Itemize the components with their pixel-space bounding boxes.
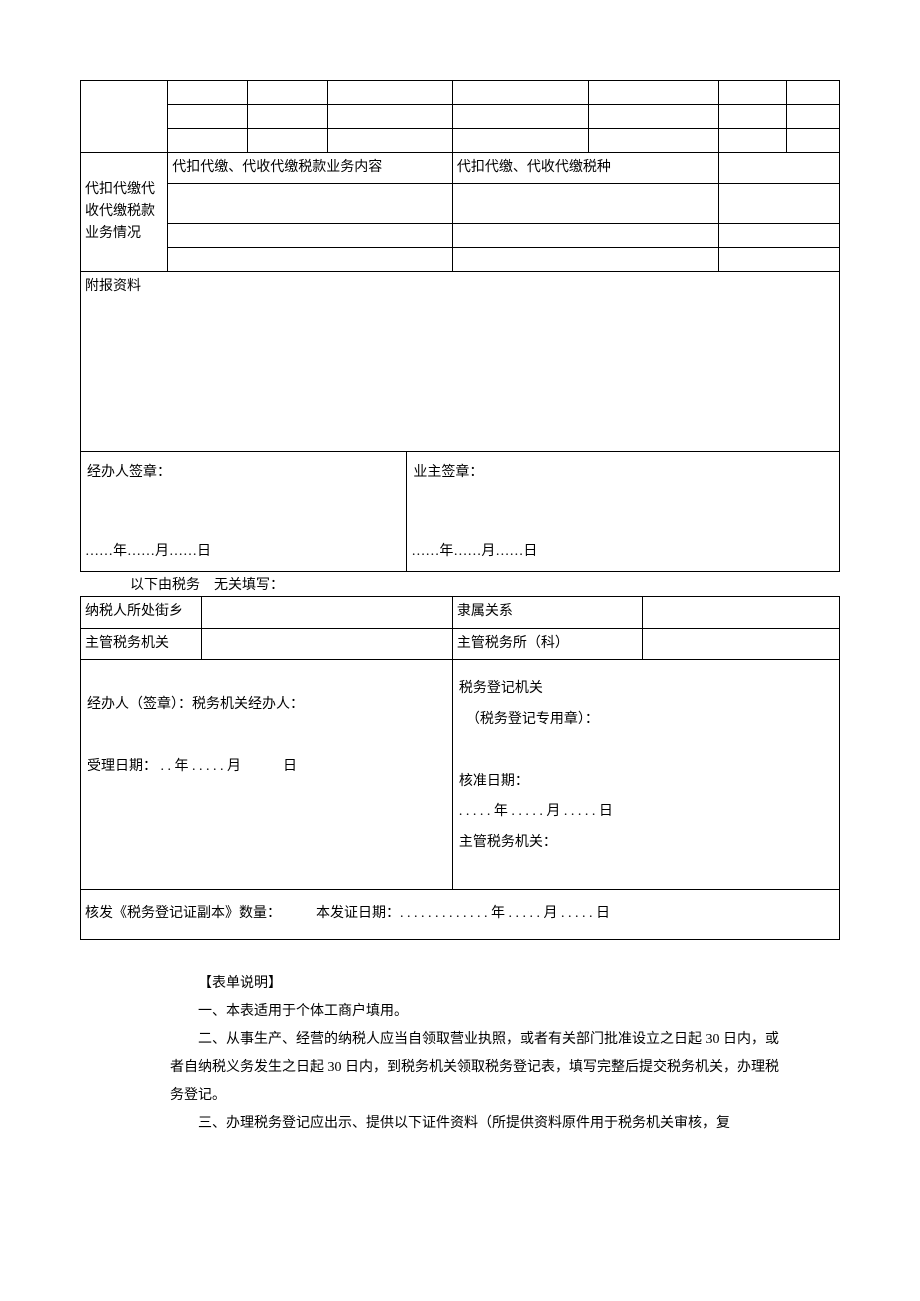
owner-date: ……年……月……日 [407, 532, 840, 572]
form-table-2: 纳税人所处街乡 隶属关系 主管税务机关 主管税务所（科） 经办人（签章）：税务机… [80, 596, 840, 940]
approve-date-value: . . . . . 年 . . . . . 月 . . . . . 日 [459, 797, 833, 828]
withholding-data-row-3 [81, 248, 840, 272]
interline-text: 以下由税务 无关填写： [80, 572, 840, 596]
withholding-data-row-2 [81, 224, 840, 248]
approve-date-label: 核准日期： [459, 767, 833, 798]
tax-handler-sign: 经办人（签章）：税务机关经办人： [87, 690, 446, 721]
instructions-title: 【表单说明】 [170, 970, 790, 998]
upper-empty-row-3 [81, 129, 840, 153]
signature-row: 经办人签章： 业主签章： [81, 452, 840, 532]
handler-reg-row: 经办人（签章）：税务机关经办人： 受理日期： . . 年 . . . . . 月… [81, 660, 840, 890]
upper-empty-row-2 [81, 105, 840, 129]
supervising-authority: 主管税务机关： [459, 828, 833, 859]
office-label: 主管税务所（科） [452, 628, 642, 659]
issue-line: 核发《税务登记证副本》数量： 本发证日期：. . . . . . . . . .… [81, 889, 840, 939]
withholding-header-row: 代扣代缴代收代缴税款业务情况 代扣代缴、代收代缴税款业务内容 代扣代缴、代收代缴… [81, 153, 840, 184]
street-row: 纳税人所处街乡 隶属关系 [81, 597, 840, 628]
owner-sign-label: 业主签章： [407, 452, 840, 532]
date-row: ……年……月……日 ……年……月……日 [81, 532, 840, 572]
issue-row: 核发《税务登记证副本》数量： 本发证日期：. . . . . . . . . .… [81, 889, 840, 939]
authority-row: 主管税务机关 主管税务所（科） [81, 628, 840, 659]
street-label: 纳税人所处街乡 [81, 597, 202, 628]
accept-date: 受理日期： . . 年 . . . . . 月 日 [87, 752, 446, 783]
handler-date: ……年……月……日 [81, 532, 407, 572]
reg-authority-line2: （税务登记专用章）： [459, 705, 833, 736]
form-table-1: 代扣代缴代收代缴税款业务情况 代扣代缴、代收代缴税款业务内容 代扣代缴、代收代缴… [80, 80, 840, 572]
reg-authority-line1: 税务登记机关 [459, 674, 833, 705]
instructions-p1: 一、本表适用于个体工商户填用。 [170, 998, 790, 1026]
withholding-data-row-1 [81, 184, 840, 224]
instructions-block: 【表单说明】 一、本表适用于个体工商户填用。 二、从事生产、经营的纳税人应当自领… [80, 970, 840, 1138]
attachment-label: 附报资料 [81, 272, 840, 452]
instructions-p3: 三、办理税务登记应出示、提供以下证件资料（所提供资料原件用于税务机关审核，复 [170, 1110, 790, 1138]
handler-sign-label: 经办人签章： [81, 452, 407, 532]
authority-label: 主管税务机关 [81, 628, 202, 659]
withholding-row-label: 代扣代缴代收代缴税款业务情况 [81, 153, 168, 272]
withholding-type-label: 代扣代缴、代收代缴税种 [452, 153, 718, 184]
attachment-row: 附报资料 [81, 272, 840, 452]
upper-empty-row-1 [81, 81, 840, 105]
tax-handler-cell: 经办人（签章）：税务机关经办人： 受理日期： . . 年 . . . . . 月… [81, 660, 453, 890]
affiliation-label: 隶属关系 [452, 597, 642, 628]
withholding-content-label: 代扣代缴、代收代缴税款业务内容 [168, 153, 453, 184]
instructions-p2: 二、从事生产、经营的纳税人应当自领取营业执照，或者有关部门批准设立之日起 30 … [170, 1026, 790, 1110]
reg-authority-cell: 税务登记机关 （税务登记专用章）： 核准日期： . . . . . 年 . . … [452, 660, 839, 890]
